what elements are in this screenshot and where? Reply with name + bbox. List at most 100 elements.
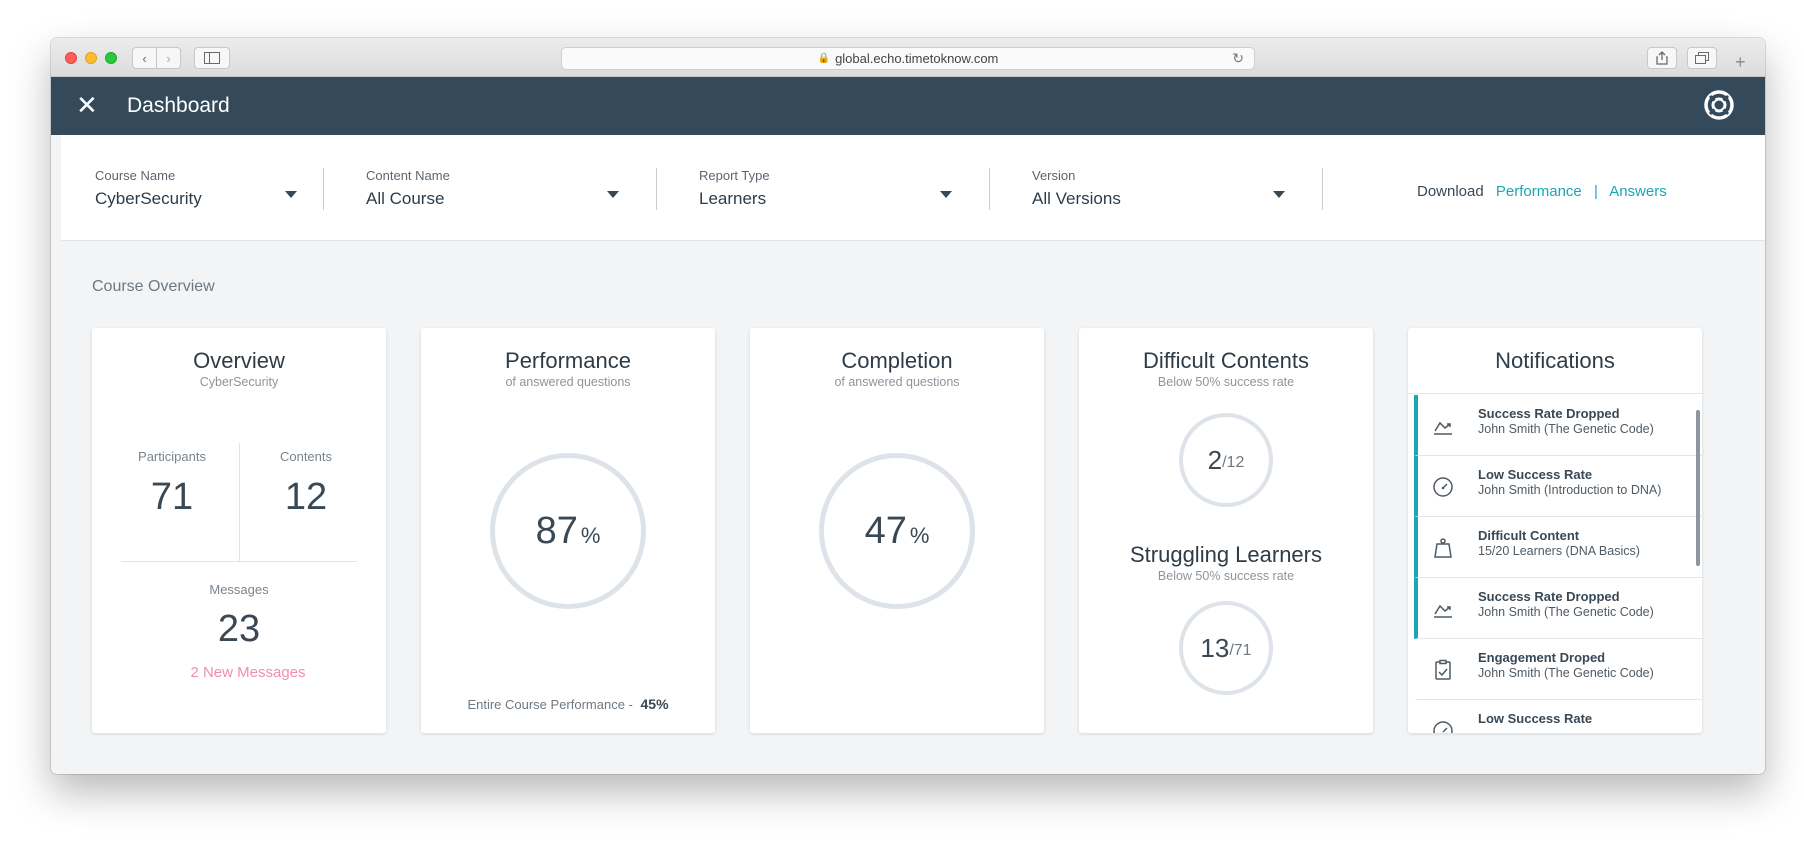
messages-label: Messages xyxy=(209,582,269,597)
new-tab-button[interactable]: + xyxy=(1735,52,1746,73)
zoom-window-button[interactable] xyxy=(105,52,117,64)
clipboard-icon xyxy=(1435,659,1451,680)
percent-unit: % xyxy=(909,523,930,548)
version-dropdown[interactable]: Version All Versions xyxy=(1032,168,1290,228)
chevron-left-icon: ‹ xyxy=(142,50,147,66)
difficult-contents-ring[interactable]: 2 /12 xyxy=(1179,413,1273,507)
weight-icon xyxy=(1434,538,1452,558)
back-button[interactable]: ‹ xyxy=(132,47,157,69)
struggling-learners-title: Struggling Learners xyxy=(1129,542,1322,567)
divider xyxy=(656,168,657,210)
course-performance-value: 45% xyxy=(640,696,669,712)
chart-down-icon xyxy=(1434,604,1452,618)
notification-title: Success Rate Dropped xyxy=(1478,406,1620,421)
report-type-dropdown[interactable]: Report Type Learners xyxy=(699,168,957,228)
notifications-list: Success Rate Dropped John Smith (The Gen… xyxy=(1408,395,1702,733)
help-lifebuoy-icon[interactable] xyxy=(1703,89,1735,121)
notification-title: Engagement Droped xyxy=(1478,650,1606,665)
close-icon[interactable]: ✕ xyxy=(76,91,98,119)
share-button[interactable] xyxy=(1647,47,1677,69)
version-label: Version xyxy=(1032,168,1076,183)
divider xyxy=(239,443,240,561)
notifications-scrollbar[interactable] xyxy=(1696,410,1700,566)
performance-value: 87 xyxy=(535,509,578,552)
struggling-learners-total: /71 xyxy=(1229,642,1252,659)
notification-item[interactable]: Success Rate Dropped John Smith (The Gen… xyxy=(1414,395,1702,456)
report-type-value: Learners xyxy=(699,189,767,208)
overview-subtitle: CyberSecurity xyxy=(199,375,279,389)
notifications-title: Notifications xyxy=(1495,348,1615,373)
performance-card: Performance of answered questions 87 % E… xyxy=(421,328,715,733)
struggling-learners-ring[interactable]: 13 /71 xyxy=(1179,601,1273,695)
caret-down-icon xyxy=(607,191,619,198)
caret-down-icon xyxy=(285,191,297,198)
sidebar-toggle-button[interactable] xyxy=(194,47,230,69)
messages-value: 23 xyxy=(217,608,261,650)
caret-down-icon xyxy=(1273,191,1285,198)
course-performance-label: Entire Course Performance - xyxy=(467,697,633,712)
reload-icon[interactable]: ↻ xyxy=(1232,50,1244,67)
divider xyxy=(1322,168,1323,210)
completion-card: Completion of answered questions 47 % xyxy=(750,328,1044,733)
divider xyxy=(323,168,324,210)
notification-item[interactable]: Low Success Rate John Smith (Introductio… xyxy=(1414,456,1702,517)
notification-item[interactable]: Engagement Droped John Smith (The Geneti… xyxy=(1414,639,1702,700)
report-type-label: Report Type xyxy=(699,168,770,183)
difficult-contents-subtitle: Below 50% success rate xyxy=(1157,375,1295,389)
difficult-contents-card: Difficult Contents Below 50% success rat… xyxy=(1079,328,1373,733)
browser-toolbar: ‹ › 🔒 global.echo.timetoknow.com ↻ + xyxy=(51,38,1765,77)
chevron-right-icon: › xyxy=(166,50,171,66)
difficult-contents-value: 2 xyxy=(1207,444,1223,475)
participants-value: 71 xyxy=(150,476,194,518)
download-links: Download Performance | Answers xyxy=(1417,183,1667,200)
notification-description: John Smith (The Genetic Code) xyxy=(1478,666,1654,680)
difficult-contents-total: /12 xyxy=(1222,454,1245,471)
address-bar[interactable]: 🔒 global.echo.timetoknow.com ↻ xyxy=(561,47,1255,70)
new-messages-link[interactable]: 2 New Messages xyxy=(92,664,386,681)
contents-label: Contents xyxy=(279,449,333,464)
content-name-label: Content Name xyxy=(366,168,450,183)
lock-icon: 🔒 xyxy=(817,53,831,64)
download-performance-link[interactable]: Performance xyxy=(1496,183,1582,200)
course-name-value: CyberSecurity xyxy=(95,189,202,208)
content-name-dropdown[interactable]: Content Name All Course xyxy=(366,168,624,228)
plus-icon: + xyxy=(1735,52,1746,72)
section-title: Course Overview xyxy=(92,278,215,295)
gauge-icon xyxy=(1433,477,1453,497)
notification-description: John Smith (Introduction to DNA) xyxy=(1478,483,1662,497)
notification-item[interactable]: Success Rate Dropped John Smith (The Gen… xyxy=(1414,578,1702,639)
filter-bar: Course Name CyberSecurity Content Name A… xyxy=(61,135,1765,241)
course-name-dropdown[interactable]: Course Name CyberSecurity xyxy=(95,168,297,228)
completion-ring: 47 % xyxy=(819,453,975,609)
participants-label: Participants xyxy=(138,449,206,464)
caret-down-icon xyxy=(940,191,952,198)
download-answers-link[interactable]: Answers xyxy=(1609,183,1667,200)
notifications-card: Notifications Success Rate Dropped John … xyxy=(1408,328,1702,733)
notification-item[interactable]: Difficult Content 15/20 Learners (DNA Ba… xyxy=(1414,517,1702,578)
close-window-button[interactable] xyxy=(65,52,77,64)
version-value: All Versions xyxy=(1032,189,1121,208)
divider xyxy=(121,561,357,562)
completion-title: Completion xyxy=(841,348,953,373)
content-name-value: All Course xyxy=(366,189,445,208)
performance-subtitle: of answered questions xyxy=(505,375,631,389)
chart-down-icon xyxy=(1434,421,1452,435)
course-name-label: Course Name xyxy=(95,168,176,183)
app-header: ✕ Dashboard xyxy=(51,77,1765,135)
minimize-window-button[interactable] xyxy=(85,52,97,64)
notification-title: Low Success Rate xyxy=(1478,467,1593,482)
completion-subtitle: of answered questions xyxy=(834,375,960,389)
divider xyxy=(989,168,990,210)
notification-item[interactable]: Low Success Rate xyxy=(1414,700,1702,733)
difficult-contents-title: Difficult Contents xyxy=(1143,348,1309,373)
notifications-header: Notifications xyxy=(1408,328,1702,394)
notification-description: John Smith (The Genetic Code) xyxy=(1478,422,1654,436)
url-text: global.echo.timetoknow.com xyxy=(835,51,999,66)
share-icon xyxy=(1656,51,1668,65)
performance-title: Performance xyxy=(505,348,631,373)
forward-button[interactable]: › xyxy=(156,47,181,69)
completion-value: 47 xyxy=(864,509,907,552)
page-title: Dashboard xyxy=(127,94,230,117)
struggling-learners-value: 13 xyxy=(1200,632,1230,663)
show-tabs-button[interactable] xyxy=(1687,47,1717,69)
